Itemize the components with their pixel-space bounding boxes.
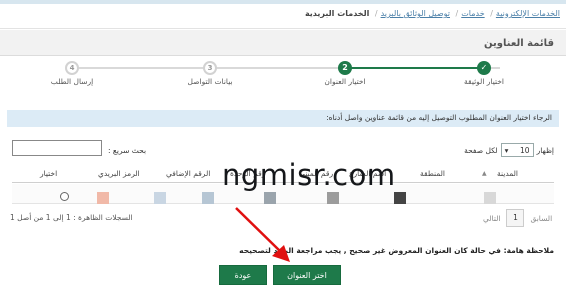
step-4-number: 4 xyxy=(65,61,79,75)
cell-unit xyxy=(202,192,214,204)
red-arrow-icon xyxy=(235,207,290,262)
column-header-additional[interactable]: الرقم الإضافي xyxy=(166,169,210,178)
pagination: السابق 1 التالي xyxy=(483,209,552,227)
records-info: السجلات الظاهرة : 1 إلى 1 من أصل 1 xyxy=(10,213,133,222)
search-input[interactable] xyxy=(12,140,102,156)
panel-header xyxy=(0,30,566,56)
select-address-radio[interactable] xyxy=(60,192,69,201)
step-2-number: 2 xyxy=(338,61,352,75)
show-prefix-label: إظهار xyxy=(536,145,554,155)
cell-building xyxy=(264,192,276,204)
sort-icon[interactable]: ▲ xyxy=(482,170,487,177)
page-size-select[interactable]: ▾ 10 xyxy=(500,143,534,157)
stepper-progress xyxy=(344,67,482,69)
search-label: بحث سريع : xyxy=(108,146,147,155)
page-number-button[interactable]: 1 xyxy=(506,209,525,227)
info-text: الرجاء اختيار العنوان المطلوب التوصيل إل… xyxy=(326,113,552,122)
show-suffix-label: لكل صفحة xyxy=(464,145,498,155)
page-size-control: إظهار ▾ 10 لكل صفحة xyxy=(464,143,554,157)
cell-street xyxy=(327,192,339,204)
breadcrumb: الخدمات الإلكترونية/ خدمات/ توصيل الوثائ… xyxy=(304,9,560,18)
previous-page-link[interactable]: السابق xyxy=(530,214,552,223)
panel-title: قائمة العناوين xyxy=(484,38,554,49)
step-1-check-icon: ✓ xyxy=(477,61,491,75)
column-header-region[interactable]: المنطقة xyxy=(420,169,445,178)
breadcrumb-item-postal: الخدمات البريدية xyxy=(304,9,370,18)
back-button[interactable]: عودة xyxy=(219,265,267,285)
step-3-number: 3 xyxy=(203,61,217,75)
column-header-city[interactable]: المدينة xyxy=(497,169,518,178)
cell-city xyxy=(484,192,496,204)
watermark-text: ngmisr.com xyxy=(222,158,396,192)
top-accent-bar xyxy=(0,0,566,4)
breadcrumb-item-eservices[interactable]: الخدمات الإلكترونية xyxy=(496,9,560,18)
next-page-link[interactable]: التالي xyxy=(483,214,500,223)
step-1-label: اختيار الوثيقة xyxy=(464,77,504,86)
breadcrumb-item-services[interactable]: خدمات xyxy=(461,9,484,18)
chevron-down-icon: ▾ xyxy=(504,145,509,155)
divider xyxy=(0,28,566,29)
column-header-select: اختيار xyxy=(40,169,58,178)
cell-postal-code xyxy=(97,192,109,204)
cell-region xyxy=(394,192,406,204)
page-size-value: 10 xyxy=(520,145,530,155)
column-header-postal-code[interactable]: الرمز البريدي xyxy=(98,169,140,178)
step-4-label: إرسال الطلب xyxy=(50,77,94,86)
step-3-label: بيانات التواصل xyxy=(187,77,233,86)
breadcrumb-item-delivery[interactable]: توصيل الوثائق بالبريد xyxy=(381,9,450,18)
cell-additional xyxy=(154,192,166,204)
step-2-label: اختيار العنوان xyxy=(324,77,366,86)
choose-address-button[interactable]: اختر العنوان xyxy=(273,265,341,285)
